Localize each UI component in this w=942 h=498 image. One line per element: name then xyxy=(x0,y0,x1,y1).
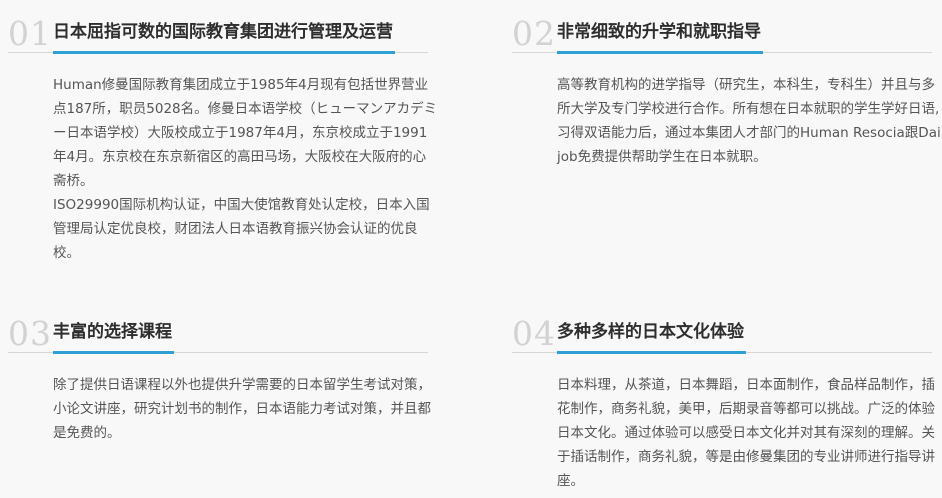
feature-number: 03 xyxy=(8,314,52,353)
feature-title: 丰富的选择课程 xyxy=(53,316,174,354)
feature-paragraph: ISO29990国际机构认证，中国大使馆教育处认定校，日本入国管理局认定优良校，… xyxy=(53,197,430,261)
feature-paragraph: 高等教育机构的进学指导（研究生，本科生，专科生）并且与多所大学及专门学校进行合作… xyxy=(557,77,941,165)
feature-header: 04 多种多样的日本文化体验 xyxy=(512,314,932,354)
feature-paragraph: 除了提供日语课程以外也提供升学需要的日本留学生考试对策，小论文讲座，研究计划书的… xyxy=(53,377,431,441)
feature-number: 01 xyxy=(8,14,52,53)
feature-paragraph: Human修曼国际教育集团成立于1985年4月现有包括世界营业点187所，职员5… xyxy=(53,77,438,189)
feature-description: 高等教育机构的进学指导（研究生，本科生，专科生）并且与多所大学及专门学校进行合作… xyxy=(557,73,942,169)
feature-number: 02 xyxy=(512,14,556,53)
feature-description: 日本料理，从茶道，日本舞蹈，日本面制作，食品样品制作，插花制作，商务礼貌，美甲，… xyxy=(557,373,942,493)
feature-header: 01 日本屈指可数的国际教育集团进行管理及运营 xyxy=(8,14,428,54)
feature-block-career-guidance: 02 非常细致的升学和就职指导 高等教育机构的进学指导（研究生，本科生，专科生）… xyxy=(512,14,941,169)
feature-block-culture: 04 多种多样的日本文化体验 日本料理，从茶道，日本舞蹈，日本面制作，食品样品制… xyxy=(512,314,935,493)
feature-header: 03 丰富的选择课程 xyxy=(8,314,428,354)
feature-block-management: 01 日本屈指可数的国际教育集团进行管理及运营 Human修曼国际教育集团成立于… xyxy=(8,14,437,265)
feature-block-courses: 03 丰富的选择课程 除了提供日语课程以外也提供升学需要的日本留学生考试对策，小… xyxy=(8,314,431,445)
feature-title: 非常细致的升学和就职指导 xyxy=(557,16,763,54)
feature-paragraph: 日本料理，从茶道，日本舞蹈，日本面制作，食品样品制作，插花制作，商务礼貌，美甲，… xyxy=(557,377,935,489)
feature-description: 除了提供日语课程以外也提供升学需要的日本留学生考试对策，小论文讲座，研究计划书的… xyxy=(53,373,438,445)
feature-number: 04 xyxy=(512,314,556,353)
feature-title: 日本屈指可数的国际教育集团进行管理及运营 xyxy=(53,16,395,54)
feature-header: 02 非常细致的升学和就职指导 xyxy=(512,14,932,54)
feature-title: 多种多样的日本文化体验 xyxy=(557,316,746,354)
feature-description: Human修曼国际教育集团成立于1985年4月现有包括世界营业点187所，职员5… xyxy=(53,73,438,265)
